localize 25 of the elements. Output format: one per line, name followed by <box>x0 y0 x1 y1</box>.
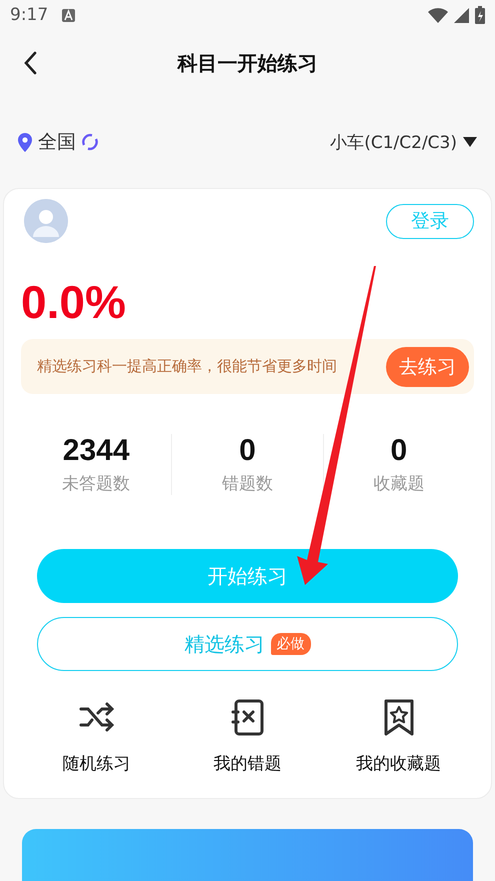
shortcut-button[interactable]: 随机练习 <box>26 697 166 776</box>
shortcut-button[interactable]: 我的收藏题 <box>328 697 468 776</box>
status-time: 9:17 <box>10 5 48 25</box>
stat-label: 未答题数 <box>62 473 130 495</box>
required-badge: 必做 <box>270 633 310 655</box>
notification-icon <box>62 8 76 22</box>
shortcut-button[interactable]: 我的错题 <box>178 697 318 776</box>
stat-label: 错题数 <box>222 473 273 495</box>
stat-label: 收藏题 <box>373 473 424 495</box>
page-title: 科目一开始练习 <box>178 50 318 76</box>
stat-value: 0 <box>239 434 256 468</box>
battery-icon <box>475 6 485 24</box>
wifi-icon <box>428 8 448 22</box>
avatar-icon <box>24 199 68 243</box>
tip-text: 精选练习科一提高正确率，很能节省更多时间 <box>37 357 338 376</box>
dropdown-caret-icon <box>463 137 477 147</box>
location-pin-icon <box>18 132 32 152</box>
region-label[interactable]: 全国 <box>38 129 76 155</box>
wrong-notebook-icon <box>228 698 266 736</box>
stat-value: 2344 <box>62 434 130 468</box>
accuracy-percentage: 0.0% <box>21 275 127 329</box>
refresh-icon[interactable] <box>80 132 100 152</box>
signal-icon <box>454 8 469 22</box>
stat-value: 0 <box>390 434 408 468</box>
vehicle-type-dropdown[interactable]: 小车(C1/C2/C3) <box>330 130 477 154</box>
